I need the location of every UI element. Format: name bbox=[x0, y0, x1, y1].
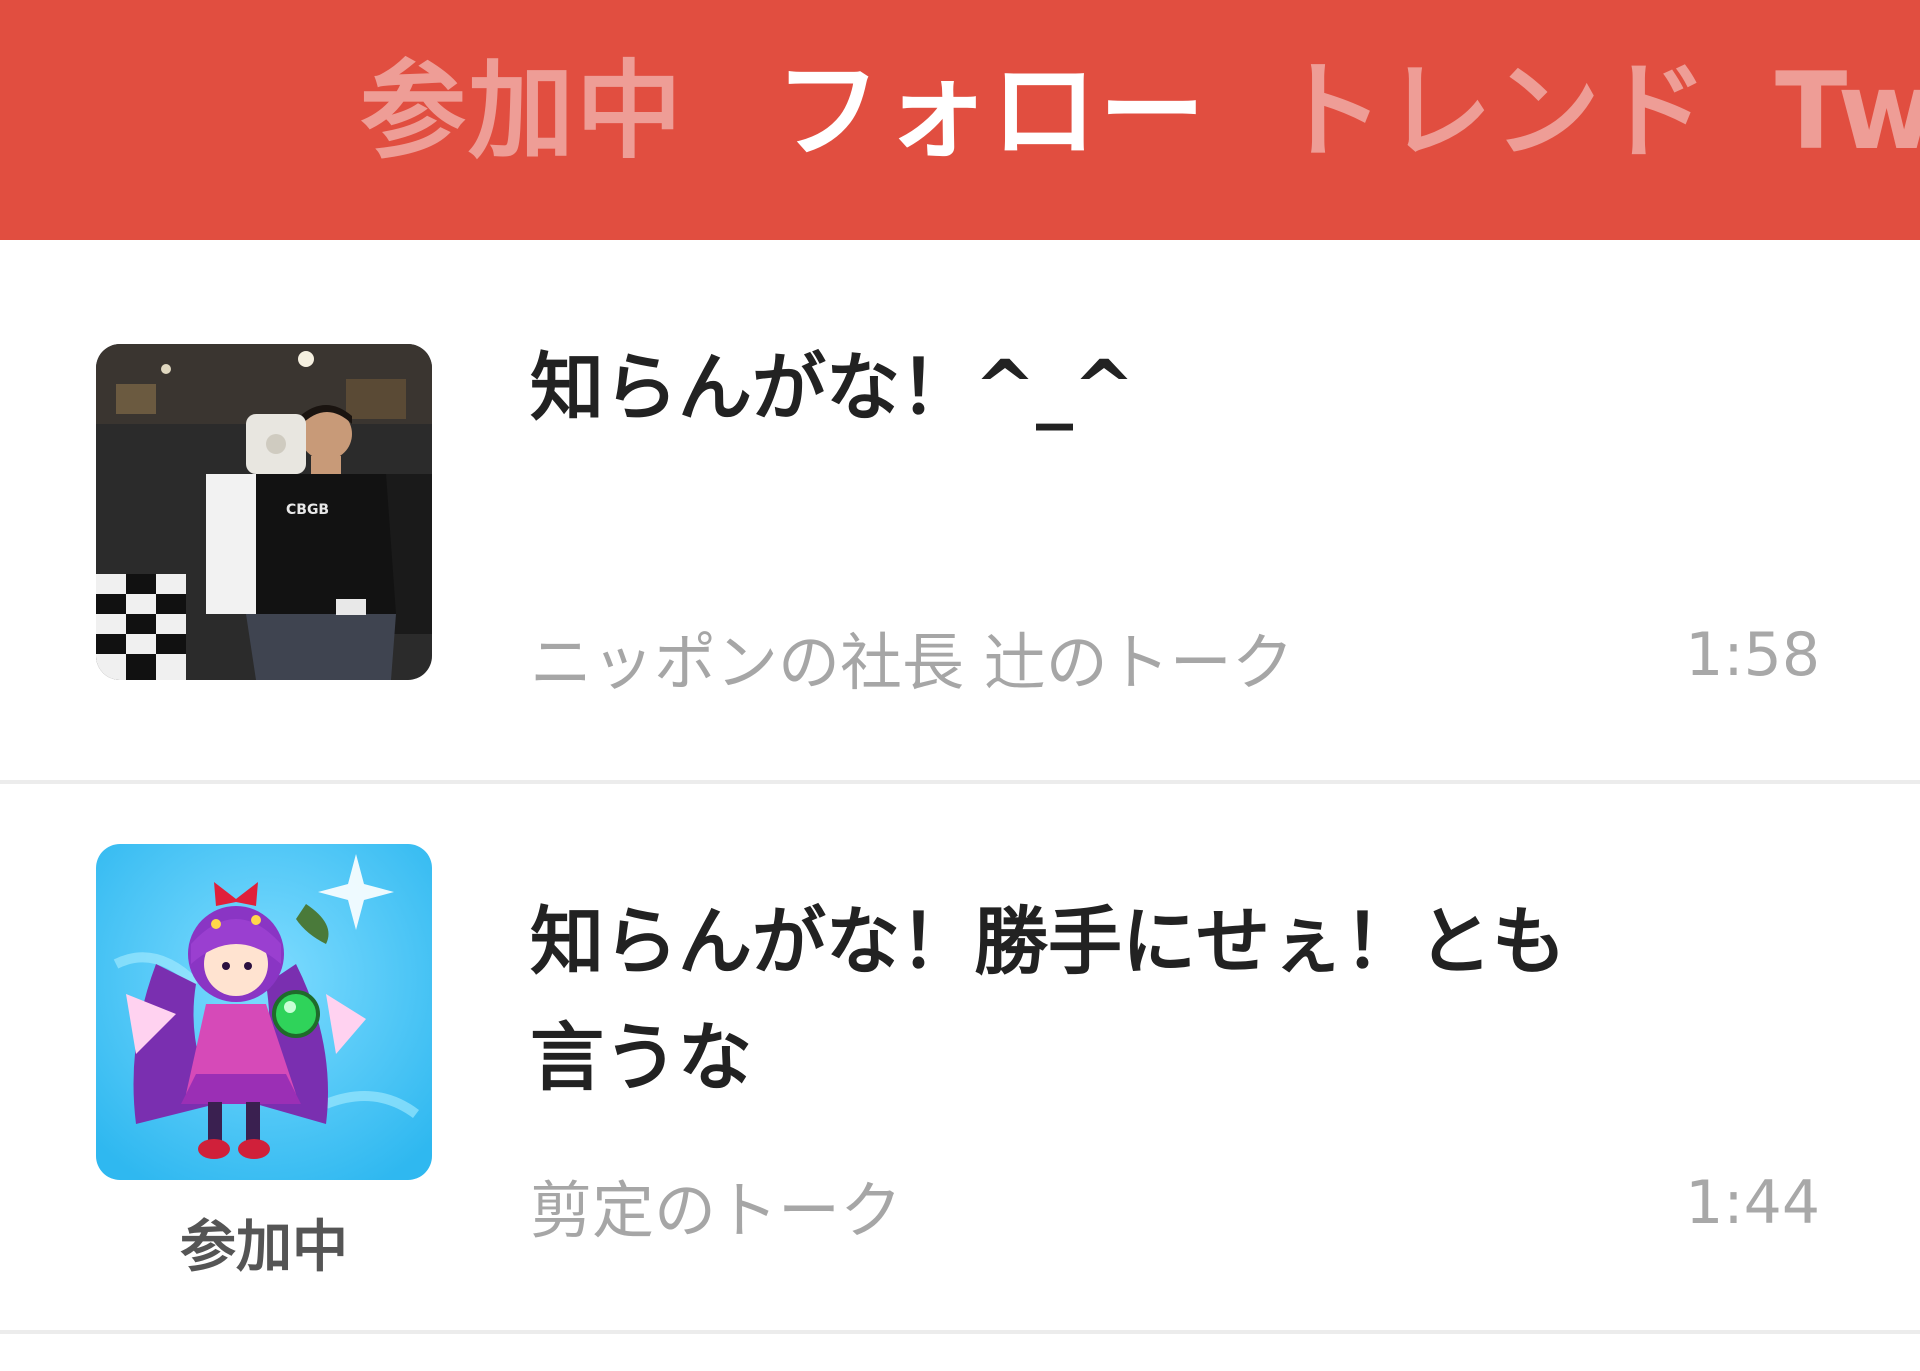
list-item[interactable]: 参加中 知らんがな！勝手にせぇ！とも言うな 剪定のトーク 1:44 bbox=[0, 784, 1920, 1330]
timestamp: 1:44 bbox=[1685, 1168, 1820, 1238]
timestamp: 1:58 bbox=[1685, 620, 1820, 690]
tab-bar: 参加中 フォロー トレンド Tw bbox=[0, 0, 1920, 240]
talk-title: 知らんがな！^_^ bbox=[530, 345, 1136, 431]
tab-joined[interactable]: 参加中 bbox=[360, 42, 684, 182]
anime-character-icon bbox=[96, 844, 432, 1180]
talk-thumbnail bbox=[96, 844, 432, 1180]
joined-badge: 参加中 bbox=[180, 1215, 348, 1280]
talk-thumbnail: CBGB bbox=[96, 344, 432, 680]
tab-twitter[interactable]: Tw bbox=[1775, 42, 1920, 182]
list-item[interactable]: CBGB 知らんがな！^_^ ニッポンの社長 辻のトーク 1:58 bbox=[0, 240, 1920, 780]
divider bbox=[0, 1330, 1920, 1334]
talk-title: 知らんがな！勝手にせぇ！とも言うな bbox=[530, 899, 1566, 1101]
talk-room-name: ニッポンの社長 辻のトーク bbox=[530, 626, 1294, 699]
person-photo-icon: CBGB bbox=[96, 344, 432, 680]
svg-text:CBGB: CBGB bbox=[286, 502, 329, 518]
tab-following[interactable]: フォロー bbox=[775, 42, 1207, 182]
talk-room-name: 剪定のトーク bbox=[530, 1174, 903, 1247]
tab-trend[interactable]: トレンド bbox=[1278, 42, 1710, 182]
